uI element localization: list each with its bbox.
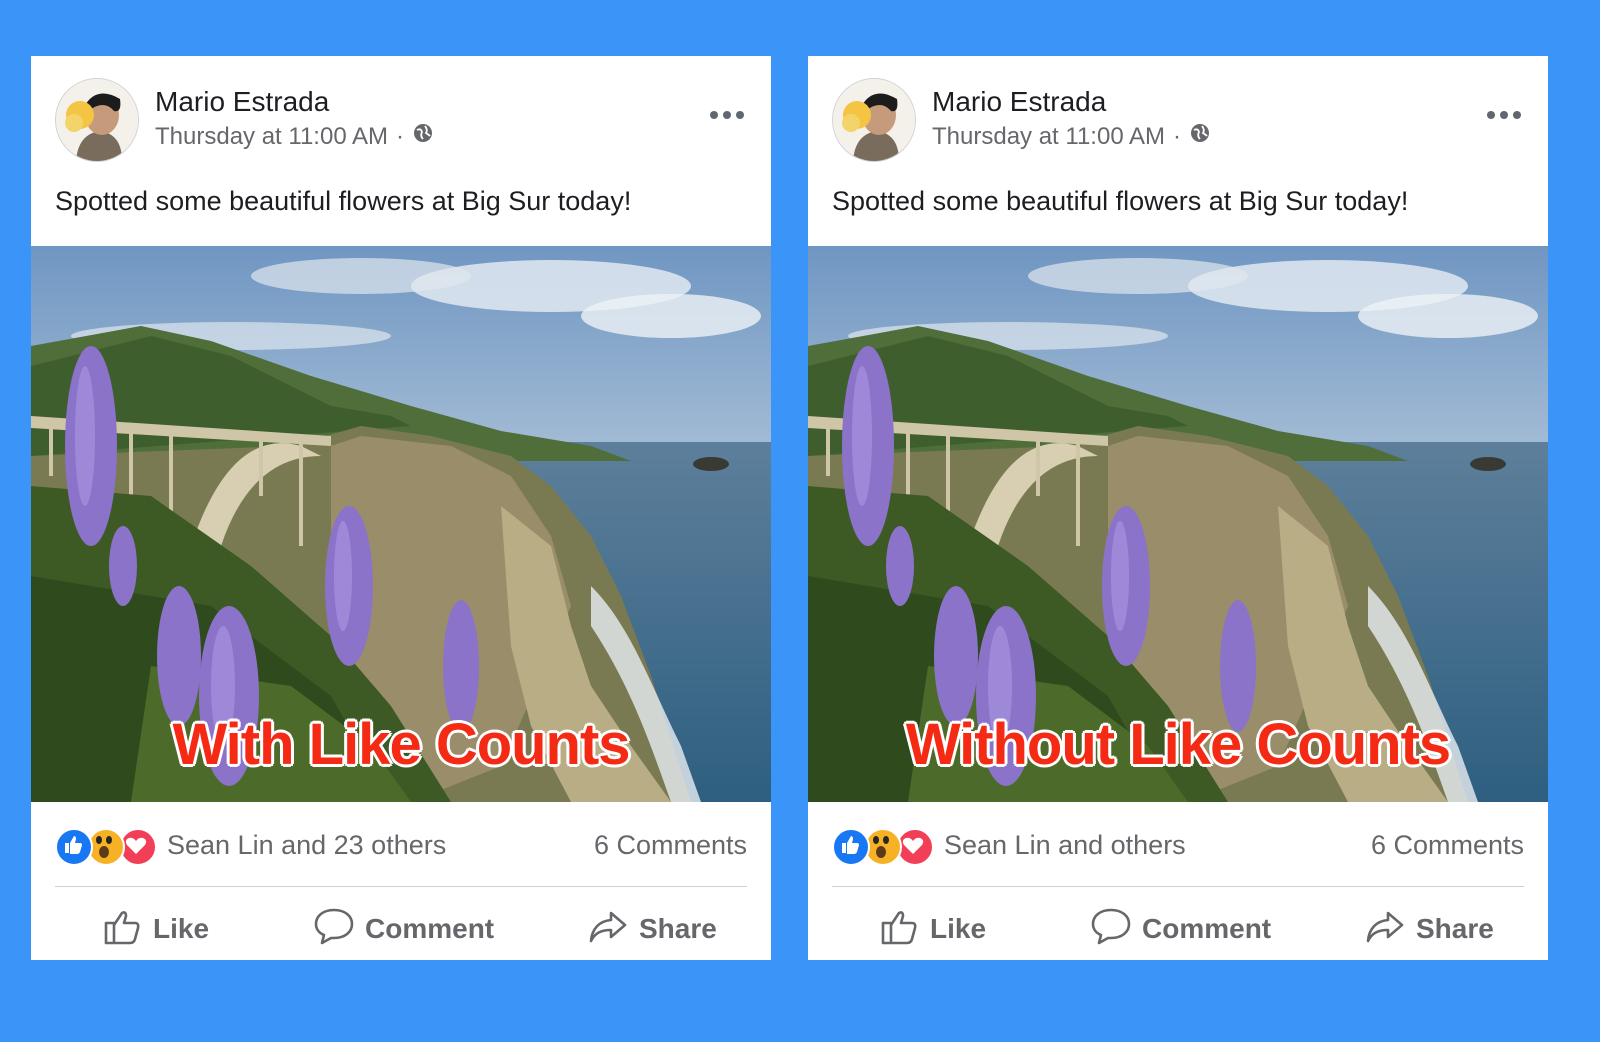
more-options-icon[interactable] [707, 100, 747, 130]
action-bar: Like Comment Share [31, 904, 771, 954]
like-label: Like [153, 913, 210, 944]
divider [832, 886, 1524, 887]
divider [55, 886, 747, 887]
comment-icon [313, 905, 355, 954]
meta-separator: · [396, 122, 405, 150]
author-name[interactable]: Mario Estrada [932, 86, 1106, 118]
thumbs-up-icon [101, 905, 143, 954]
overlay-label: Without Like Counts [905, 712, 1451, 777]
like-reaction-icon [832, 828, 870, 866]
share-icon [1364, 905, 1406, 954]
comment-button[interactable]: Comment [1090, 904, 1271, 954]
more-options-icon[interactable] [1484, 100, 1524, 130]
like-label: Like [930, 913, 987, 944]
post-header: Mario Estrada Thursday at 11:00 AM · [808, 56, 1548, 186]
meta-separator: · [1173, 122, 1182, 150]
post-without-like-counts: Mario Estrada Thursday at 11:00 AM · Spo… [808, 56, 1548, 960]
comment-button[interactable]: Comment [313, 904, 494, 954]
post-timestamp[interactable]: Thursday at 11:00 AM [155, 123, 388, 151]
post-timestamp[interactable]: Thursday at 11:00 AM [932, 123, 1165, 151]
share-label: Share [639, 913, 717, 944]
author-name[interactable]: Mario Estrada [155, 86, 329, 118]
post-header: Mario Estrada Thursday at 11:00 AM · [31, 56, 771, 186]
comments-count[interactable]: 6 Comments [1371, 830, 1524, 861]
share-button[interactable]: Share [1364, 904, 1494, 954]
like-reaction-icon [55, 828, 93, 866]
author-avatar[interactable] [832, 78, 916, 162]
reactions-bar: Sean Lin and others 6 Comments [832, 826, 1524, 866]
overlay-label: With Like Counts [172, 712, 630, 777]
reaction-summary[interactable]: Sean Lin and others [944, 830, 1186, 861]
reaction-icons[interactable] [832, 828, 934, 866]
comment-label: Comment [365, 913, 495, 944]
post-with-like-counts: Mario Estrada Thursday at 11:00 AM · Spo… [31, 56, 771, 960]
share-button[interactable]: Share [587, 904, 717, 954]
post-meta: Thursday at 11:00 AM · [932, 122, 1211, 151]
reaction-icons[interactable] [55, 828, 157, 866]
thumbs-up-icon [878, 905, 920, 954]
comment-icon [1090, 905, 1132, 954]
post-caption: Spotted some beautiful flowers at Big Su… [55, 186, 632, 216]
share-icon [587, 905, 629, 954]
reaction-summary[interactable]: Sean Lin and 23 others [167, 830, 446, 861]
post-meta: Thursday at 11:00 AM · [155, 122, 434, 151]
reactions-bar: Sean Lin and 23 others 6 Comments [55, 826, 747, 866]
action-bar: Like Comment Share [808, 904, 1548, 954]
like-button[interactable]: Like [101, 904, 209, 954]
post-caption: Spotted some beautiful flowers at Big Su… [832, 186, 1409, 216]
author-avatar[interactable] [55, 78, 139, 162]
globe-icon [1189, 122, 1211, 151]
globe-icon [412, 122, 434, 151]
comments-count[interactable]: 6 Comments [594, 830, 747, 861]
share-label: Share [1416, 913, 1494, 944]
like-button[interactable]: Like [878, 904, 986, 954]
comment-label: Comment [1142, 913, 1272, 944]
